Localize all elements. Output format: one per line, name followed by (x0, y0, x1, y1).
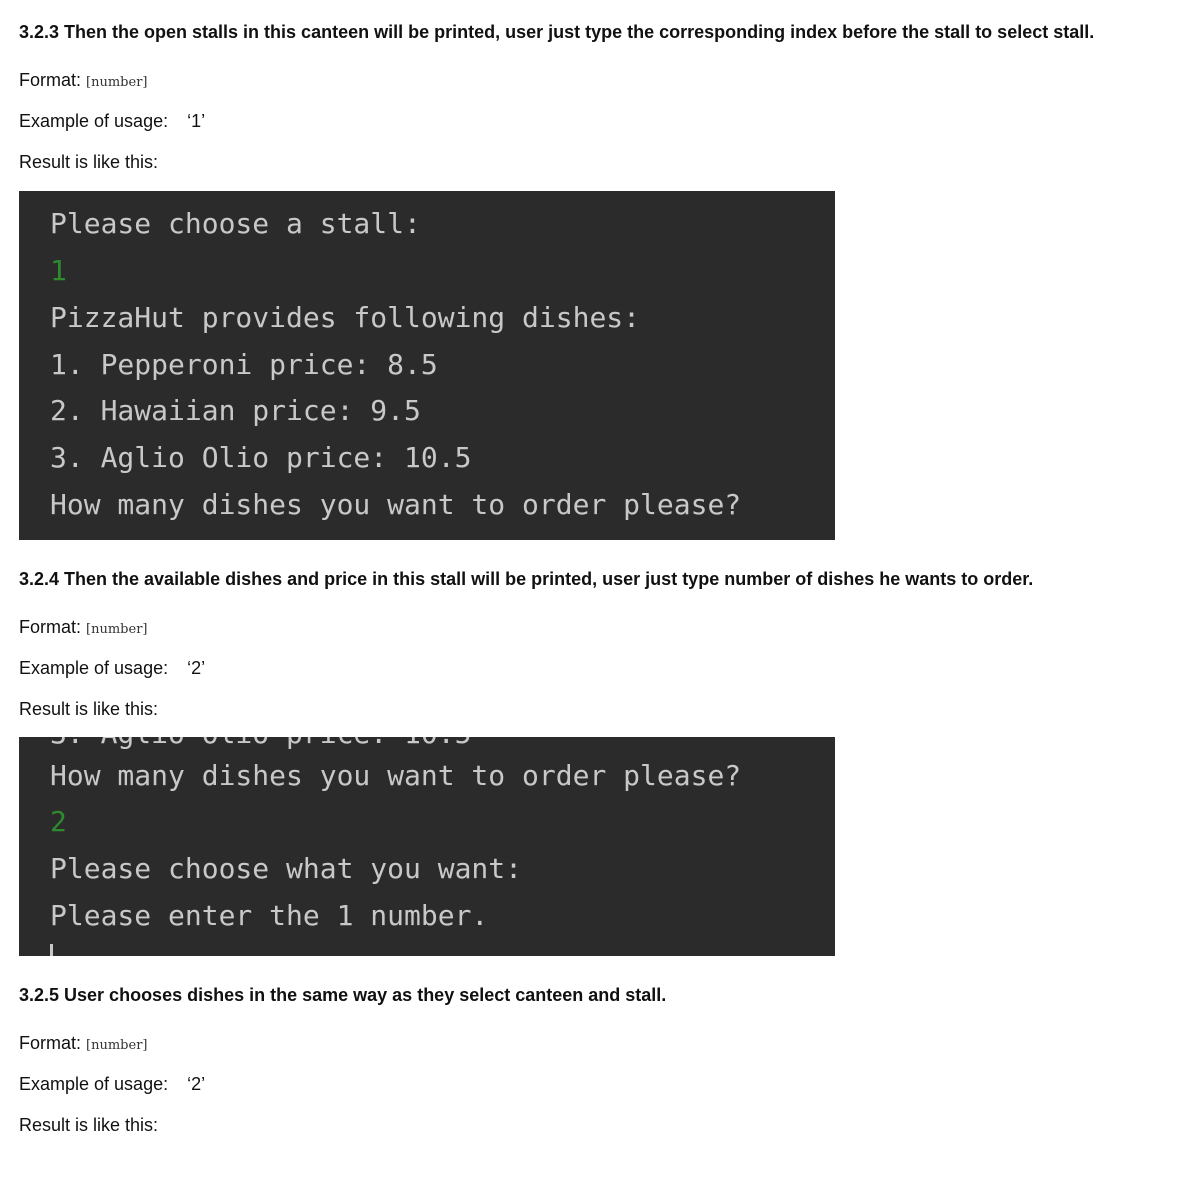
example-value: ‘2’ (187, 1074, 206, 1094)
terminal-line: 3. Aglio Olio price: 10.5 (50, 441, 472, 474)
example-value: ‘1’ (187, 111, 206, 131)
terminal-line: How many dishes you want to order please… (50, 488, 742, 521)
section-3-2-4: 3.2.4 Then the available dishes and pric… (19, 567, 1179, 727)
format-value: [number] (86, 1038, 148, 1053)
terminal-line: How many dishes you want to order please… (50, 759, 742, 792)
example-line: Example of usage: ‘1’ (19, 109, 205, 133)
terminal-cursor (50, 944, 53, 956)
format-value: [number] (86, 75, 148, 90)
section-heading: 3.2.4 Then the available dishes and pric… (19, 569, 1034, 589)
terminal-line: Please choose what you want: (50, 852, 523, 885)
format-line: Format: [number] (19, 615, 147, 642)
example-value: ‘2’ (187, 658, 206, 678)
format-value: [number] (86, 622, 148, 637)
terminal-output-dishes: 3. Aglio Olio price: 10.5 How many dishe… (19, 737, 835, 956)
terminal-line: 1. Pepperoni price: 8.5 (50, 348, 438, 381)
format-label: Format: (19, 1033, 82, 1053)
terminal-line: Please enter the 1 number. (50, 899, 489, 932)
result-label: Result is like this: (19, 1115, 159, 1135)
terminal-line: PizzaHut provides following dishes: (50, 301, 641, 334)
format-label: Format: (19, 617, 82, 637)
section-heading: 3.2.3 Then the open stalls in this cante… (19, 22, 1095, 42)
format-label: Format: (19, 70, 82, 90)
terminal-output-stall: Please choose a stall: 1 PizzaHut provid… (19, 191, 835, 540)
example-label: Example of usage: (19, 111, 169, 131)
format-line: Format: [number] (19, 68, 147, 95)
section-3-2-3: 3.2.3 Then the open stalls in this cante… (19, 20, 1179, 180)
terminal-line: 2. Hawaiian price: 9.5 (50, 394, 421, 427)
example-label: Example of usage: (19, 1074, 169, 1094)
example-line: Example of usage: ‘2’ (19, 656, 205, 680)
section-3-2-5: 3.2.5 User chooses dishes in the same wa… (19, 983, 1179, 1153)
example-line: Example of usage: ‘2’ (19, 1072, 205, 1096)
result-label: Result is like this: (19, 699, 159, 719)
terminal-clipped-line: 3. Aglio Olio price: 10.5 (50, 737, 471, 751)
format-line: Format: [number] (19, 1031, 147, 1058)
example-label: Example of usage: (19, 658, 169, 678)
terminal-user-input: 2 (50, 805, 67, 838)
section-heading: 3.2.5 User chooses dishes in the same wa… (19, 985, 667, 1005)
terminal-user-input: 1 (50, 254, 67, 287)
terminal-line: Please choose a stall: (50, 207, 421, 240)
result-label: Result is like this: (19, 152, 159, 172)
